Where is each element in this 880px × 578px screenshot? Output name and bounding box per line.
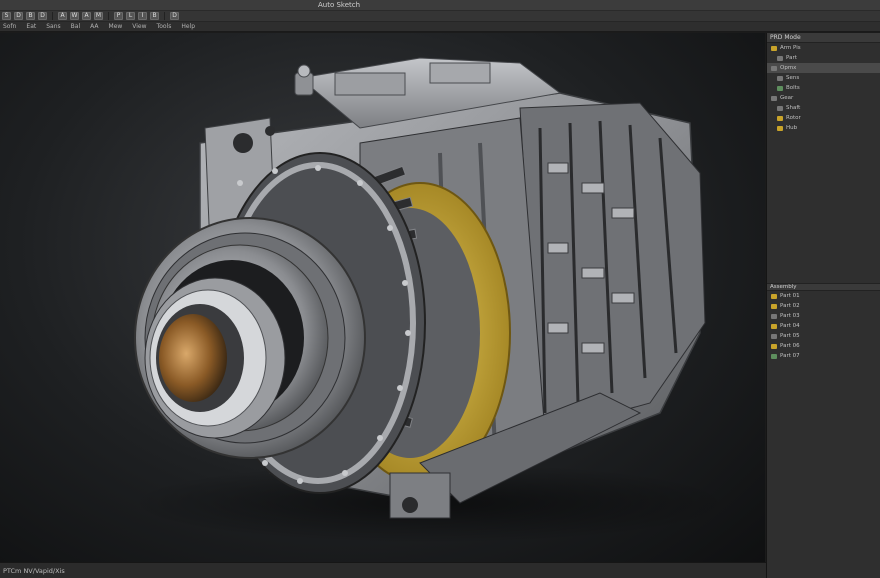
3d-viewport[interactable] — [0, 33, 765, 562]
part-icon — [771, 65, 777, 71]
tree-item-label: Part 01 — [780, 293, 800, 299]
status-text: PTCm NV/Vapid/Xis — [3, 566, 65, 575]
tree-item[interactable]: Shaft — [767, 103, 880, 113]
panel-tab-label[interactable]: PRD Mode — [770, 34, 801, 41]
panel-subtab-label[interactable]: Assembly — [770, 284, 797, 290]
tree-item[interactable]: Part 05 — [767, 331, 880, 341]
tree-item[interactable]: Hub — [767, 123, 880, 133]
tree-item-label: Sens — [786, 75, 800, 81]
part-icon — [777, 55, 783, 61]
menu-bar: Sofn Eat Sans Bal AA Mew View Tools Help — [0, 22, 880, 32]
part-icon — [771, 343, 777, 349]
toolbar-button[interactable]: L — [126, 12, 135, 20]
part-icon — [771, 333, 777, 339]
toolbar-button[interactable]: A — [58, 12, 67, 20]
toolbar-separator — [164, 12, 165, 20]
model-render — [130, 57, 730, 543]
tree-item[interactable]: Rotor — [767, 113, 880, 123]
tree-item[interactable]: Opmx — [767, 63, 880, 73]
tree-item-label: Gear — [780, 95, 794, 101]
toolbar-button[interactable]: D — [14, 12, 23, 20]
tree-item[interactable]: Arm Pis — [767, 43, 880, 53]
tree-item-label: Part 05 — [780, 333, 800, 339]
menu-item[interactable]: AA — [90, 23, 98, 30]
tree-item-label: Part 03 — [780, 313, 800, 319]
toolbar-button[interactable]: D — [38, 12, 47, 20]
panel-subheader: Assembly — [767, 283, 880, 291]
part-icon — [771, 353, 777, 359]
tree-item[interactable]: Part 04 — [767, 321, 880, 331]
tree-item-label: Part 04 — [780, 323, 800, 329]
tree-item[interactable]: Part 02 — [767, 301, 880, 311]
tree-item-label: Bolts — [786, 85, 800, 91]
part-icon — [777, 125, 783, 131]
menu-item[interactable]: Eat — [26, 23, 36, 30]
title-bar: Auto Sketch — [0, 0, 880, 11]
tree-item[interactable]: Part 06 — [767, 341, 880, 351]
status-bar: PTCm NV/Vapid/Xis — [0, 562, 766, 578]
panel-header: PRD Mode — [767, 33, 880, 43]
part-icon — [777, 75, 783, 81]
menu-item[interactable]: Sans — [46, 23, 60, 30]
part-icon — [777, 115, 783, 121]
tree-item-label: Part 06 — [780, 343, 800, 349]
toolbar-button[interactable]: B — [26, 12, 35, 20]
toolbar: SDBDAWAMPLIBD — [0, 11, 880, 22]
tree-item[interactable]: Part — [767, 53, 880, 63]
toolbar-button[interactable]: P — [114, 12, 123, 20]
toolbar-button[interactable]: B — [150, 12, 159, 20]
toolbar-button[interactable]: A — [82, 12, 91, 20]
toolbar-separator — [52, 12, 53, 20]
part-icon — [777, 85, 783, 91]
tree-item-label: Opmx — [780, 65, 797, 71]
tree-item-label: Shaft — [786, 105, 801, 111]
toolbar-button[interactable]: S — [2, 12, 11, 20]
tree-item[interactable]: Part 03 — [767, 311, 880, 321]
tree-item-label: Hub — [786, 125, 798, 131]
part-icon — [771, 45, 777, 51]
menu-item[interactable]: View — [132, 23, 146, 30]
menu-item[interactable]: Help — [181, 23, 195, 30]
tree-item[interactable]: Gear — [767, 93, 880, 103]
tree-item[interactable]: Bolts — [767, 83, 880, 93]
part-icon — [771, 95, 777, 101]
part-icon — [777, 105, 783, 111]
part-icon — [771, 293, 777, 299]
part-icon — [771, 303, 777, 309]
toolbar-button[interactable]: M — [94, 12, 103, 20]
toolbar-button[interactable]: I — [138, 12, 147, 20]
model-tree-panel: PRD Mode Arm Pis Part Opmx Sens Bolts Gear Sha… — [766, 33, 880, 578]
part-icon — [771, 313, 777, 319]
part-icon — [771, 323, 777, 329]
tree-item[interactable]: Part 07 — [767, 351, 880, 361]
tree-item-label: Part 02 — [780, 303, 800, 309]
menu-item[interactable]: Tools — [157, 23, 172, 30]
tree-item-label: Arm Pis — [780, 45, 801, 51]
tree-item-label: Part — [786, 55, 797, 61]
menu-item[interactable]: Sofn — [3, 23, 16, 30]
tree-item[interactable]: Part 01 — [767, 291, 880, 301]
menu-item[interactable]: Bal — [71, 23, 80, 30]
menu-item[interactable]: Mew — [109, 23, 123, 30]
tree-item-label: Part 07 — [780, 353, 800, 359]
model-tree: Arm Pis Part Opmx Sens Bolts Gear Shaft Rotor Hu… — [767, 43, 880, 133]
tree-item[interactable]: Sens — [767, 73, 880, 83]
tree-item-label: Rotor — [786, 115, 801, 121]
toolbar-button[interactable]: D — [170, 12, 179, 20]
window-title: Auto Sketch — [318, 1, 361, 9]
assembly-tree: Part 01 Part 02 Part 03 Part 04 Part 05 Part … — [767, 291, 880, 361]
toolbar-button[interactable]: W — [70, 12, 79, 20]
toolbar-separator — [108, 12, 109, 20]
